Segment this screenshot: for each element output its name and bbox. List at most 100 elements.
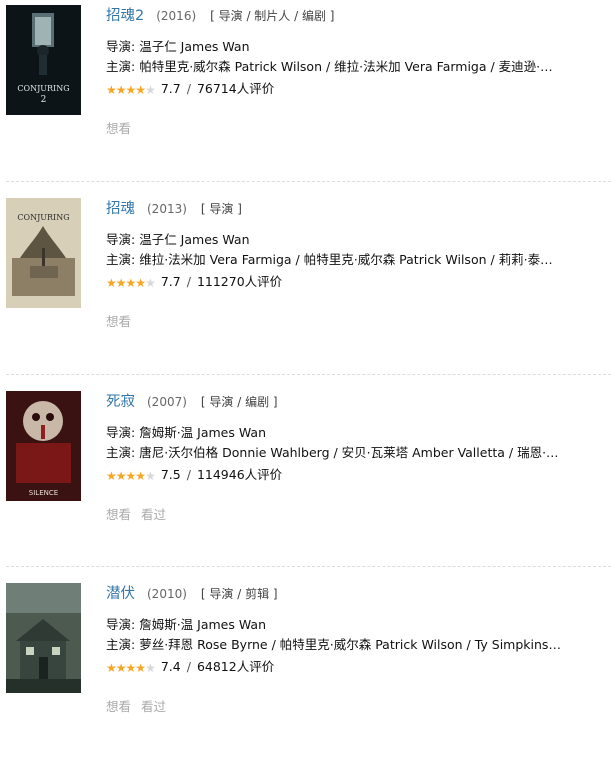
rating-row: ★★★★★ 7.5/114946人评价 [106,465,605,485]
movie-roles: [ 导演 / 编剧 ] [200,395,278,409]
watched-link[interactable]: 看过 [141,507,166,522]
star-rating: ★★★★★ [106,273,156,293]
cast-names: 唐尼·沃尔伯格 Donnie Wahlberg / 安贝·瓦莱塔 Amber V… [139,445,564,460]
director-name: 詹姆斯·温 James Wan [139,617,266,632]
movie-title-link[interactable]: 潜伏 [106,586,135,602]
rating-count: 64812人评价 [196,659,275,674]
movie-title-link[interactable]: 死寂 [106,394,135,410]
movie-poster[interactable]: SILENCE [6,391,81,501]
movie-item: 潜伏 (2010)[ 导演 / 剪辑 ] 导演: 詹姆斯·温 James Wan … [0,583,611,758]
star-icon: ★ [115,275,127,290]
item-divider [6,181,611,182]
movie-year: (2013) [147,202,187,216]
star-icon: ★ [125,275,137,290]
star-icon: ★ [145,468,156,483]
star-rating: ★★★★★ [106,658,156,678]
star-icon: ★ [106,468,117,483]
star-icon: ★ [135,82,146,97]
director-name: 温子仁 James Wan [139,232,250,247]
director-line: 导演: 温子仁 James Wan [106,230,564,250]
star-icon: ★ [125,660,137,675]
insidious-poster [6,583,81,693]
star-icon: ★ [115,82,127,97]
movie-year: (2016) [156,9,197,23]
action-links: 想看 看过 [106,504,605,523]
action-links: 想看 [106,311,605,330]
star-icon: ★ [115,468,127,483]
rating-count: 76714人评价 [196,81,275,96]
star-icon: ★ [106,275,117,290]
director-label: 导演: [106,232,136,247]
movie-item: CONJURING 招魂 (2013) [ 导演 ] 导演: 温子仁 James W… [0,198,611,373]
svg-text:CONJURING: CONJURING [17,84,69,93]
movie-year: (2007) [147,395,187,409]
svg-text:CONJURING: CONJURING [17,213,69,222]
watched-link[interactable]: 看过 [141,699,166,714]
filmography-list: CONJURING 2 招魂2 (2016)[ 导演 / 制片人 / 编剧 ] 导… [0,0,611,736]
star-icon: ★ [125,468,137,483]
director-label: 导演: [106,39,136,54]
rating-score: 7.7 [160,81,181,96]
svg-text:SILENCE: SILENCE [29,489,58,497]
movie-poster[interactable]: CONJURING [6,198,81,308]
cast-names: 帕特里克·威尔森 Patrick Wilson / 维拉·法米加 Vera Fa… [139,59,564,74]
want-to-watch-link[interactable]: 想看 [106,699,131,714]
director-name: 温子仁 James Wan [139,39,250,54]
star-icon: ★ [125,82,137,97]
movie-poster[interactable] [6,583,81,693]
cast-line: 主演: 萝丝·拜恩 Rose Byrne / 帕特里克·威尔森 Patrick … [106,635,564,655]
rating-score: 7.7 [160,274,181,289]
rating-row: ★★★★★ 7.7/111270人评价 [106,272,605,292]
director-line: 导演: 詹姆斯·温 James Wan [106,615,564,635]
movie-item: CONJURING 2 招魂2 (2016) [ 导演 / 制片人 / 编剧 ] 导… [0,5,611,180]
movie-roles: [ 导演 ] [200,202,242,216]
want-to-watch-link[interactable]: 想看 [106,507,131,522]
director-line: 导演: 温子仁 James Wan [106,37,564,57]
item-divider [6,374,611,375]
movie-year: (2010) [147,587,187,601]
movie-title-link[interactable]: 招魂 [106,201,135,217]
cast-line: 主演: 唐尼·沃尔伯格 Donnie Wahlberg / 安贝·瓦莱塔 Amb… [106,443,564,463]
star-icon: ★ [106,82,117,97]
movie-poster[interactable]: CONJURING 2 [6,5,81,115]
star-icon: ★ [106,660,117,675]
star-icon: ★ [145,660,156,675]
star-rating: ★★★★★ [106,466,156,486]
rating-row: ★★★★★ 7.4/64812人评价 [106,657,605,677]
rating-score: 7.4 [160,659,181,674]
movie-roles: [ 导演 / 制片人 / 编剧 ] [210,9,335,23]
star-icon: ★ [135,468,146,483]
rating-score: 7.5 [160,467,181,482]
rating-separator: / [186,467,191,482]
movie-title-link[interactable]: 招魂2 [106,8,144,24]
star-icon: ★ [135,275,146,290]
director-label: 导演: [106,617,136,632]
rating-count: 111270人评价 [196,274,283,289]
cast-label: 主演: [106,59,136,74]
cast-names: 萝丝·拜恩 Rose Byrne / 帕特里克·威尔森 Patrick Wils… [139,637,564,652]
director-label: 导演: [106,425,136,440]
want-to-watch-link[interactable]: 想看 [106,121,131,136]
want-to-watch-link[interactable]: 想看 [106,314,131,329]
cast-label: 主演: [106,445,136,460]
the-conjuring-poster: CONJURING [6,198,81,308]
the-conjuring-2-poster: CONJURING 2 [6,5,81,115]
cast-line: 主演: 维拉·法米加 Vera Farmiga / 帕特里克·威尔森 Patri… [106,250,564,270]
cast-line: 主演: 帕特里克·威尔森 Patrick Wilson / 维拉·法米加 Ver… [106,57,564,77]
action-links: 想看 [106,118,605,137]
rating-separator: / [186,81,191,96]
star-icon: ★ [145,275,156,290]
movie-item: SILENCE 死寂 (2007) [ 导演 / 编剧 ] 导演: 詹姆斯·温 Ja… [0,391,611,566]
star-icon: ★ [115,660,127,675]
cast-label: 主演: [106,252,136,267]
rating-row: ★★★★★ 7.7/76714人评价 [106,79,605,99]
star-icon: ★ [145,82,156,97]
director-name: 詹姆斯·温 James Wan [139,425,266,440]
rating-count: 114946人评价 [196,467,283,482]
star-rating: ★★★★★ [106,80,156,100]
rating-separator: / [186,659,191,674]
svg-text:2: 2 [41,95,47,105]
director-line: 导演: 詹姆斯·温 James Wan [106,423,564,443]
cast-names: 维拉·法米加 Vera Farmiga / 帕特里克·威尔森 Patrick W… [139,252,564,267]
star-icon: ★ [135,660,146,675]
